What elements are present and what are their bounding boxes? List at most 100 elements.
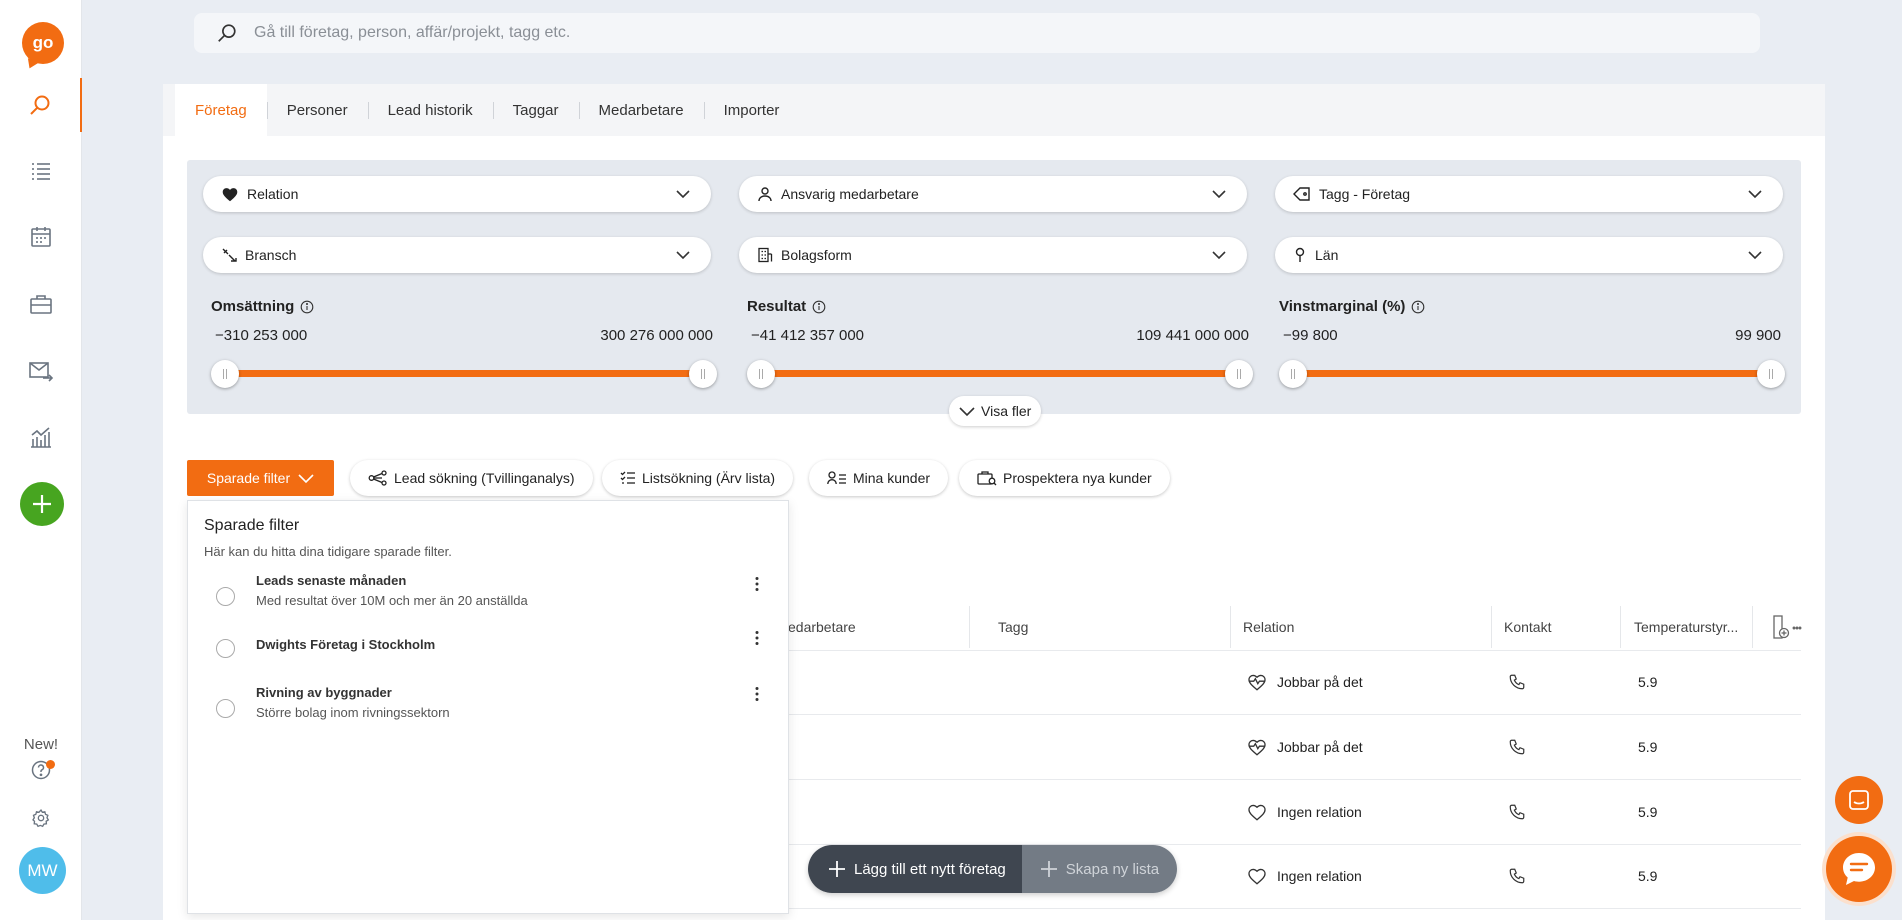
plus-icon (1040, 861, 1057, 877)
add-company-button[interactable]: Lägg till ett nytt företag (808, 845, 1022, 893)
search-icon (218, 24, 236, 42)
plus-icon (829, 861, 845, 877)
heart-outline-icon (1248, 868, 1266, 885)
resultat-title: Resultat (747, 298, 807, 315)
saved-filter-item[interactable]: Dwights Företag i Stockholm (188, 631, 788, 687)
add-column-button[interactable] (1772, 614, 1802, 640)
more-vertical-icon (755, 577, 759, 591)
table-divider (786, 779, 1801, 780)
lan-label: Län (1315, 247, 1339, 263)
info-icon[interactable] (300, 300, 314, 314)
tab-personer[interactable]: Personer (266, 84, 368, 136)
bolagsform-dropdown[interactable]: Bolagsform (739, 237, 1247, 273)
relation-dropdown[interactable]: Relation (203, 176, 711, 212)
saved-filter-radio[interactable] (216, 587, 235, 606)
tab-medarbetare[interactable]: Medarbetare (578, 84, 704, 136)
visa-fler-label: Visa fler (981, 403, 1032, 419)
tab-importer[interactable]: Importer (703, 84, 800, 136)
listsokning-label: Listsökning (Ärv lista) (642, 470, 776, 486)
heart-outline-icon (1248, 804, 1266, 821)
bottom-action-bar: Lägg till ett nytt företag Skapa ny list… (808, 845, 1178, 893)
omsattning-min-handle[interactable] (211, 360, 239, 388)
add-button[interactable] (20, 482, 64, 526)
vinstmarginal-max-handle[interactable] (1757, 360, 1785, 388)
omsattning-title: Omsättning (211, 298, 295, 315)
new-list-label: Skapa ny lista (1065, 860, 1160, 878)
avatar[interactable]: MW (19, 847, 66, 894)
lead-sokning-label: Lead sökning (Tvillinganalys) (394, 470, 575, 486)
col-relation[interactable]: Relation (1243, 604, 1294, 650)
lan-dropdown[interactable]: Län (1275, 237, 1783, 273)
omsattning-max-handle[interactable] (689, 360, 717, 388)
sidebar-item-lists[interactable] (0, 144, 82, 198)
tagg-dropdown[interactable]: Tagg - Företag (1275, 176, 1783, 212)
prospektera-button[interactable]: Prospektera nya kunder (959, 460, 1170, 496)
location-pin-icon (1295, 247, 1305, 262)
resultat-track[interactable] (761, 370, 1239, 377)
saved-filter-menu[interactable] (748, 685, 766, 703)
sidebar-item-search[interactable] (0, 78, 82, 132)
omsattning-min: −310 253 000 (215, 327, 308, 344)
col-tagg[interactable]: Tagg (998, 604, 1028, 650)
settings-button[interactable] (31, 808, 51, 828)
mina-kunder-button[interactable]: Mina kunder (809, 460, 949, 496)
saved-filter-item[interactable]: Leads senaste månaden Med resultat över … (188, 573, 788, 623)
info-icon[interactable] (1411, 300, 1425, 314)
col-temperatur[interactable]: Temperaturstyr... (1634, 604, 1738, 650)
chart-icon (31, 427, 51, 448)
saved-filter-item[interactable]: Rivning av byggnader Större bolag inom r… (188, 685, 788, 735)
vinstmarginal-min-handle[interactable] (1279, 360, 1307, 388)
tab-bar: Företag Personer Lead historik Taggar Me… (163, 84, 1825, 136)
messenger-button[interactable] (1835, 776, 1883, 824)
saved-filter-menu[interactable] (748, 575, 766, 593)
tag-icon (1293, 187, 1310, 201)
search-input[interactable] (254, 24, 1154, 42)
phone-icon[interactable] (1508, 803, 1526, 821)
info-icon[interactable] (812, 300, 826, 314)
omsattning-range: Omsättning −310 253 000 300 276 000 000 (211, 298, 717, 398)
go-logo[interactable]: go (22, 22, 64, 64)
ansvarig-dropdown[interactable]: Ansvarig medarbetare (739, 176, 1247, 212)
sidebar-item-deals[interactable] (0, 277, 82, 331)
sidebar-item-mail[interactable] (0, 344, 82, 398)
briefcase-search-icon (977, 471, 997, 486)
sidebar-item-calendar[interactable] (0, 210, 82, 264)
lead-sokning-button[interactable]: Lead sökning (Tvillinganalys) (350, 460, 593, 496)
mail-send-icon (29, 362, 54, 382)
sparade-filter-button[interactable]: Sparade filter (187, 460, 334, 496)
resultat-min-handle[interactable] (747, 360, 775, 388)
col-kontakt[interactable]: Kontakt (1504, 604, 1551, 650)
briefcase-icon (30, 295, 52, 314)
col-divider (1752, 606, 1753, 648)
saved-filter-radio[interactable] (216, 699, 235, 718)
calendar-icon (31, 227, 51, 247)
col-divider (1230, 606, 1231, 648)
vinstmarginal-track[interactable] (1293, 370, 1771, 377)
global-search[interactable] (194, 13, 1760, 53)
ansvarig-label: Ansvarig medarbetare (781, 186, 919, 202)
phone-icon[interactable] (1508, 738, 1526, 756)
chat-window-icon (1849, 790, 1869, 810)
saved-filter-radio[interactable] (216, 639, 235, 658)
col-divider (1620, 606, 1621, 648)
visa-fler-button[interactable]: Visa fler (949, 396, 1042, 426)
table-divider (786, 714, 1801, 715)
phone-icon[interactable] (1508, 673, 1526, 691)
new-list-button[interactable]: Skapa ny lista (1021, 845, 1178, 893)
tab-foretag[interactable]: Företag (175, 84, 267, 136)
listsokning-button[interactable]: Listsökning (Ärv lista) (602, 460, 794, 496)
chat-support-button[interactable] (1826, 836, 1892, 902)
sidebar-item-stats[interactable] (0, 410, 82, 464)
tab-taggar[interactable]: Taggar (492, 84, 579, 136)
tools-icon (222, 248, 237, 262)
resultat-range: Resultat −41 412 357 000 109 441 000 000 (747, 298, 1253, 398)
omsattning-track[interactable] (225, 370, 703, 377)
relation-value: Ingen relation (1277, 804, 1362, 820)
phone-icon[interactable] (1508, 867, 1526, 885)
bransch-dropdown[interactable]: Bransch (203, 237, 711, 273)
saved-filter-menu[interactable] (748, 629, 766, 647)
col-medarbetare[interactable]: edarbetare (788, 604, 856, 650)
tab-lead-historik[interactable]: Lead historik (367, 84, 493, 136)
user-icon (758, 187, 772, 202)
resultat-max-handle[interactable] (1225, 360, 1253, 388)
